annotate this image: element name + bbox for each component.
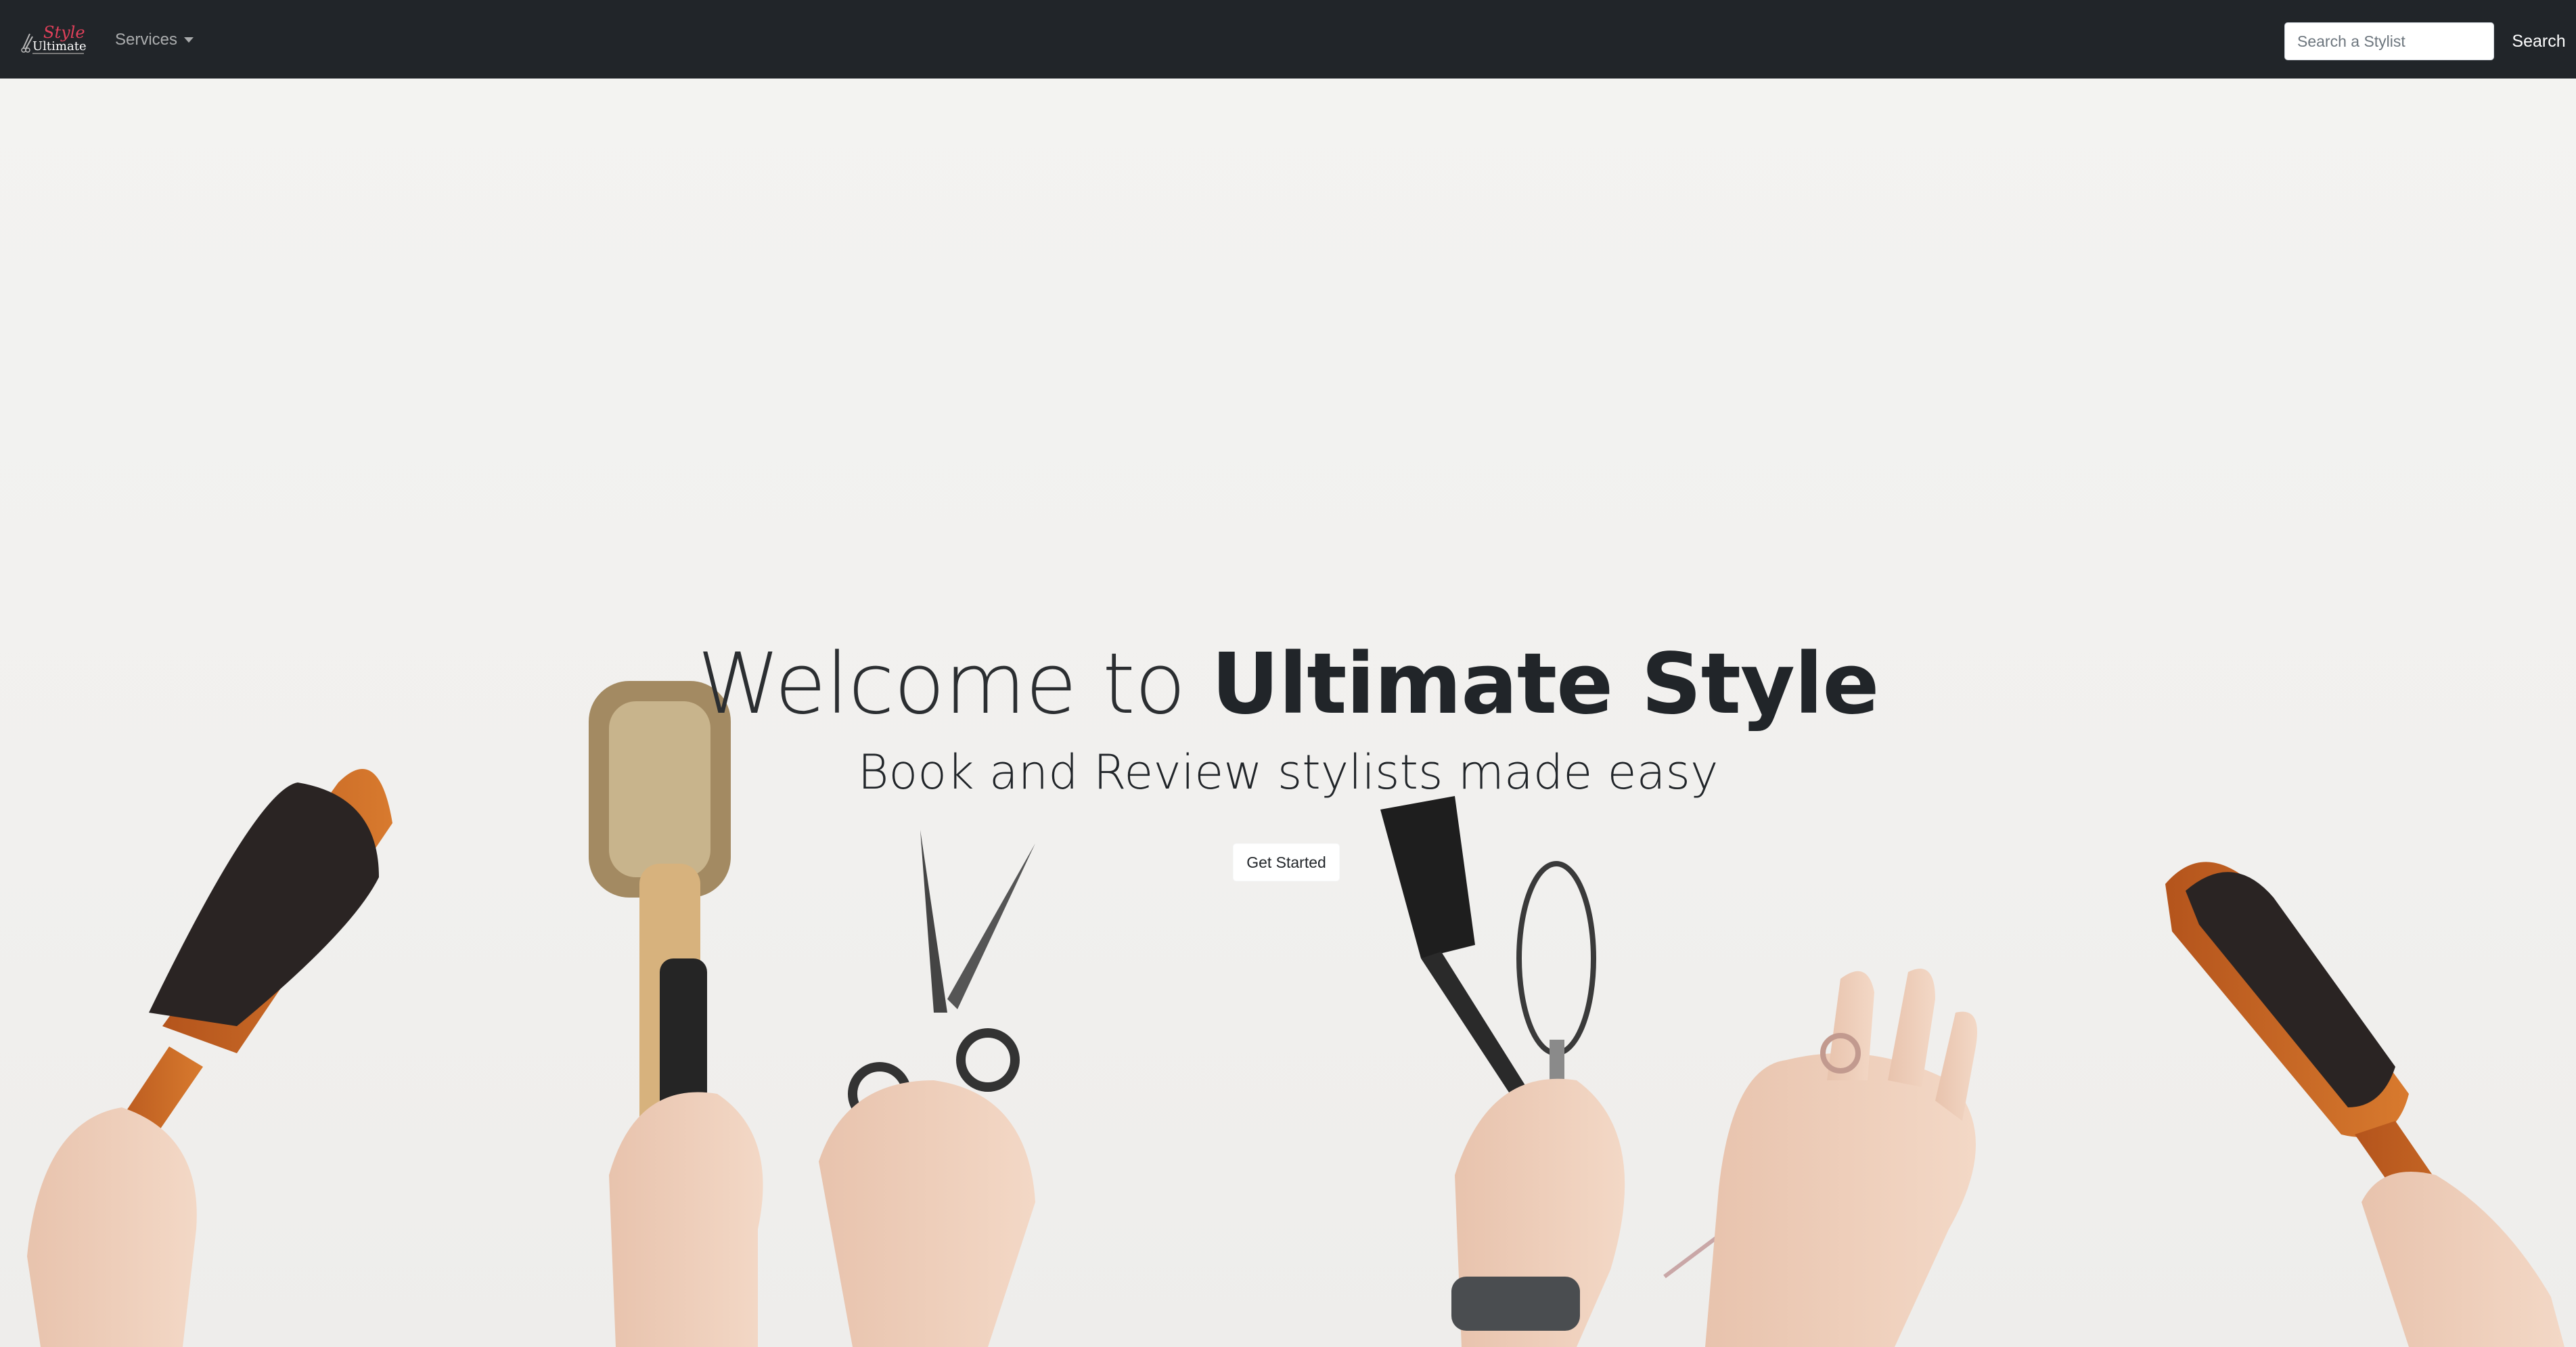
paddle-brush-right [2165, 862, 2564, 1347]
get-started-button[interactable]: Get Started [1233, 843, 1340, 881]
svg-text:Ultimate: Ultimate [32, 39, 87, 53]
hero-section: Welcome to Ultimate Style Book and Revie… [0, 79, 2576, 1347]
paddle-brush-left [27, 769, 392, 1347]
hero-subheadline: Book and Review stylists made easy [857, 745, 1719, 800]
brand-logo[interactable]: Style Ultimate [19, 22, 89, 58]
search-stylist-input[interactable] [2284, 22, 2494, 60]
top-navbar: Style Ultimate Services Search [0, 0, 2576, 79]
ultimate-style-logo: Style Ultimate [21, 23, 87, 54]
services-dropdown[interactable]: Services [115, 28, 194, 52]
headline-prefix: Welcome to [697, 636, 1186, 733]
tint-brush-whisk [1380, 796, 1625, 1347]
scissors-hand [819, 830, 1035, 1347]
hero-headline: Welcome to Ultimate Style [0, 634, 2576, 735]
headline-brand: Ultimate Style [1211, 636, 1879, 733]
services-label: Services [115, 30, 178, 49]
chevron-down-icon [184, 37, 194, 43]
thinning-scissors-hand [1663, 969, 1977, 1347]
search-button[interactable]: Search [2508, 22, 2570, 60]
hero-text: Welcome to Ultimate Style Book and Revie… [0, 634, 2576, 810]
page: Style Ultimate Services Search a Stylist… [0, 0, 2576, 1347]
